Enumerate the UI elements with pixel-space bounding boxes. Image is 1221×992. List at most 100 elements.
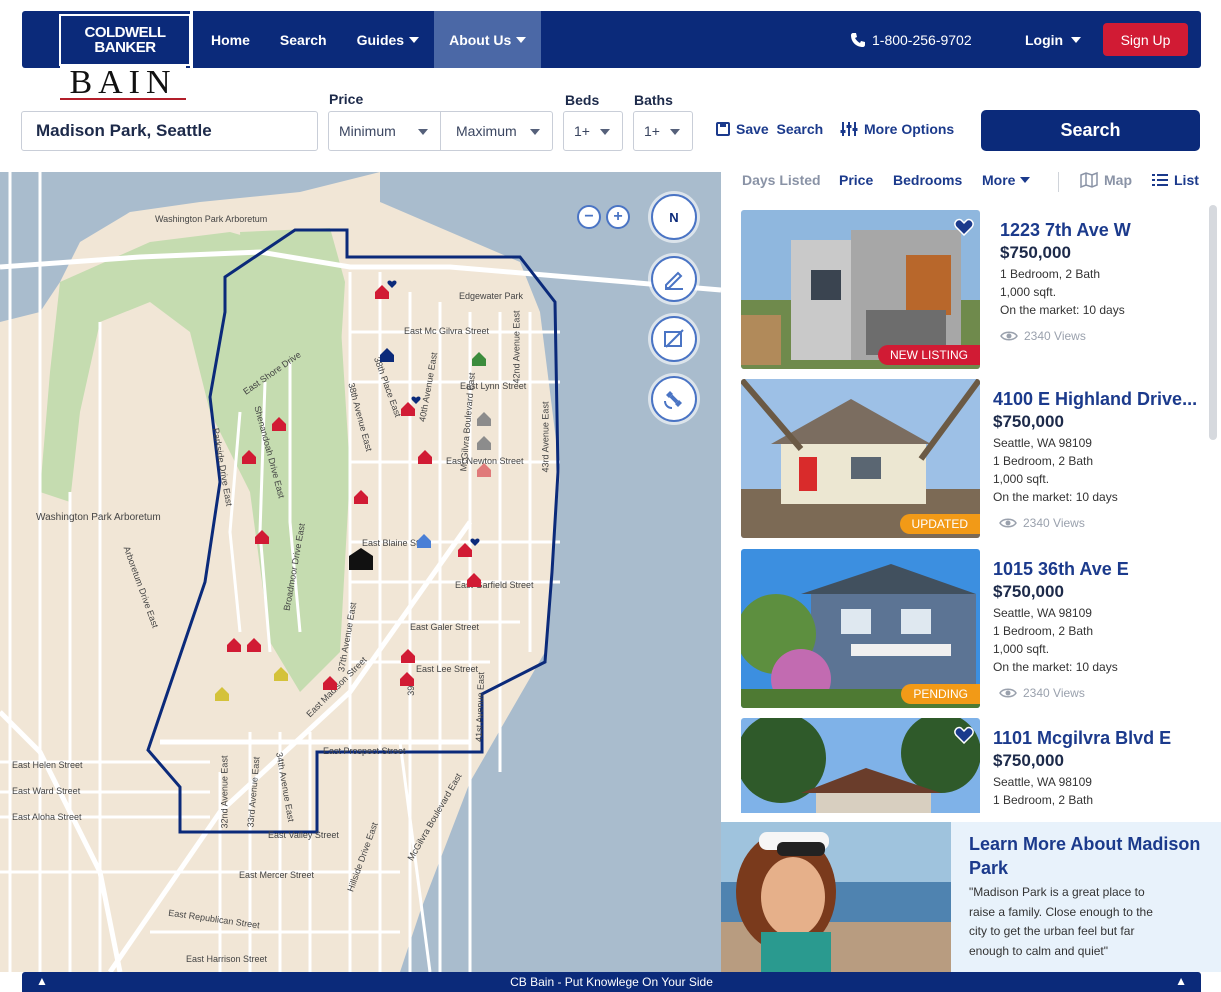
nav-about-us[interactable]: About Us	[434, 11, 542, 68]
listing-card[interactable]: PENDING 1015 36th Ave E $750,000 Seattle…	[741, 549, 1201, 708]
map-label: East Newton Street	[446, 456, 524, 466]
beds-select[interactable]: 1+	[563, 111, 623, 151]
listing-scrollbar[interactable]	[1209, 205, 1217, 440]
satellite-icon	[664, 391, 682, 409]
more-options-button[interactable]: More Options	[840, 121, 954, 137]
listing-address[interactable]: 1223 7th Ave W	[1000, 220, 1210, 241]
listing-info: 1101 Mcgilvra Blvd E $750,000 Seattle, W…	[993, 728, 1203, 807]
sort-bedrooms[interactable]: Bedrooms	[893, 172, 962, 188]
status-badge: PENDING	[901, 684, 980, 704]
sort-more-label: More	[982, 172, 1016, 188]
sort-days-listed[interactable]: Days Listed	[742, 172, 821, 188]
footer-bar[interactable]: ▲ CB Bain - Put Knowlege On Your Side ▲	[22, 972, 1201, 992]
search-button[interactable]: Search	[981, 110, 1200, 151]
map-view[interactable]: Washington Park Arboretum Edgewater Park…	[0, 172, 721, 972]
listing-beds-baths: 1 Bedroom, 2 Bath	[993, 454, 1094, 468]
nav-search-label: Search	[279, 31, 327, 48]
eye-icon	[1000, 331, 1018, 341]
coldwell-banker-logo[interactable]: COLDWELL BANKER	[59, 14, 191, 66]
learn-more-panel: Learn More About Madison Park "Madison P…	[721, 822, 1221, 972]
sort-more[interactable]: More	[982, 172, 1031, 188]
listing-results[interactable]: NEW LISTING 1223 7th Ave W $750,000 1 Be…	[721, 199, 1221, 813]
compass-icon: N	[669, 209, 679, 225]
price-min-select[interactable]: Minimum	[328, 111, 441, 151]
price-label: Price	[329, 91, 364, 107]
listing-address[interactable]: 4100 E Highland Drive...	[993, 389, 1203, 410]
favorite-heart-icon[interactable]	[954, 218, 974, 236]
listing-info: 4100 E Highland Drive... $750,000 Seattl…	[993, 389, 1203, 530]
listing-photo[interactable]	[741, 718, 980, 813]
draw-area-button[interactable]	[651, 256, 697, 302]
nav-about-label: About Us	[449, 31, 512, 48]
map-label: 43rd Avenue East	[540, 401, 551, 473]
clear-drawing-button[interactable]	[651, 316, 697, 362]
nav-guides[interactable]: Guides	[342, 11, 434, 68]
learn-more-title[interactable]: Learn More About Madison Park	[969, 832, 1209, 880]
baths-select[interactable]: 1+	[633, 111, 693, 151]
favorite-heart-icon[interactable]	[954, 726, 974, 744]
listing-beds-baths: 1 Bedroom, 2 Bath	[993, 624, 1094, 638]
chevron-down-icon	[409, 36, 420, 43]
map-label: East Lee Street	[416, 664, 479, 674]
chevron-down-icon	[418, 129, 428, 135]
price-min-value: Minimum	[339, 123, 396, 139]
satellite-view-button[interactable]	[651, 376, 697, 422]
phone-number: 1-800-256-9702	[872, 32, 972, 48]
map-label: East Mercer Street	[239, 870, 315, 880]
listing-price: $750,000	[993, 412, 1064, 431]
map-label: East Harrison Street	[186, 954, 268, 964]
map-label: Edgewater Park	[459, 291, 524, 301]
listing-photo[interactable]: PENDING	[741, 549, 980, 708]
beds-label: Beds	[565, 92, 600, 108]
map-label: East Ward Street	[12, 786, 81, 796]
map-view-toggle[interactable]: Map	[1080, 172, 1132, 188]
zoom-out-button[interactable]: −	[577, 205, 601, 229]
listing-card[interactable]: NEW LISTING 1223 7th Ave W $750,000 1 Be…	[741, 210, 1201, 369]
list-view-toggle[interactable]: List	[1152, 172, 1199, 188]
expand-up-icon[interactable]: ▲	[1175, 974, 1187, 988]
sort-divider	[1058, 172, 1059, 192]
sort-price-label: Price	[839, 172, 874, 188]
sort-price[interactable]: Price	[839, 172, 873, 188]
map-label: East Valley Street	[268, 830, 339, 840]
location-search-input[interactable]	[21, 111, 318, 151]
save-search-button[interactable]: Save Search	[716, 121, 823, 137]
price-max-select[interactable]: Maximum	[440, 111, 553, 151]
listing-card[interactable]: UPDATED 4100 E Highland Drive... $750,00…	[741, 379, 1201, 538]
chevron-down-icon	[516, 36, 527, 43]
listing-beds-baths: 1 Bedroom, 2 Bath	[993, 793, 1094, 807]
listing-sqft: 1,000 sqft.	[993, 472, 1050, 486]
nav-home[interactable]: Home	[196, 11, 265, 68]
listing-views-count: 2340 Views	[1023, 686, 1085, 700]
zoom-in-button[interactable]: +	[606, 205, 630, 229]
sign-up-button[interactable]: Sign Up	[1103, 23, 1188, 56]
listing-photo[interactable]: NEW LISTING	[741, 210, 980, 369]
pencil-icon	[665, 271, 683, 290]
eye-icon	[999, 688, 1017, 698]
listing-city: Seattle, WA 98109	[993, 606, 1092, 620]
listing-address[interactable]: 1015 36th Ave E	[993, 559, 1203, 580]
login-menu[interactable]: Login	[1025, 32, 1082, 48]
sliders-icon	[840, 122, 858, 136]
nav-search[interactable]: Search	[265, 11, 342, 68]
map-label: East Mc Gilvra Street	[404, 326, 490, 336]
phone-link[interactable]: 1-800-256-9702	[850, 32, 972, 48]
listing-days-on-market: On the market: 10 days	[993, 490, 1118, 504]
status-badge: UPDATED	[899, 514, 980, 534]
baths-label: Baths	[634, 92, 673, 108]
compass-control[interactable]: N	[651, 194, 697, 240]
listing-card[interactable]: 1101 Mcgilvra Blvd E $750,000 Seattle, W…	[741, 718, 1201, 813]
chevron-down-icon	[530, 129, 540, 135]
map-label: Washington Park Arboretum	[36, 512, 161, 523]
expand-up-icon[interactable]: ▲	[36, 974, 48, 988]
map-label: East Aloha Street	[12, 812, 82, 822]
listing-sqft: 1,000 sqft.	[993, 642, 1050, 656]
listing-photo[interactable]: UPDATED	[741, 379, 980, 538]
chevron-down-icon	[1020, 177, 1031, 183]
map-icon	[1080, 172, 1098, 188]
sort-days-label: Days Listed	[742, 172, 821, 188]
map-label: East Blaine St	[362, 538, 419, 548]
listing-address[interactable]: 1101 Mcgilvra Blvd E	[993, 728, 1203, 749]
listing-views-count: 2340 Views	[1023, 516, 1085, 530]
listing-price: $750,000	[993, 751, 1064, 770]
